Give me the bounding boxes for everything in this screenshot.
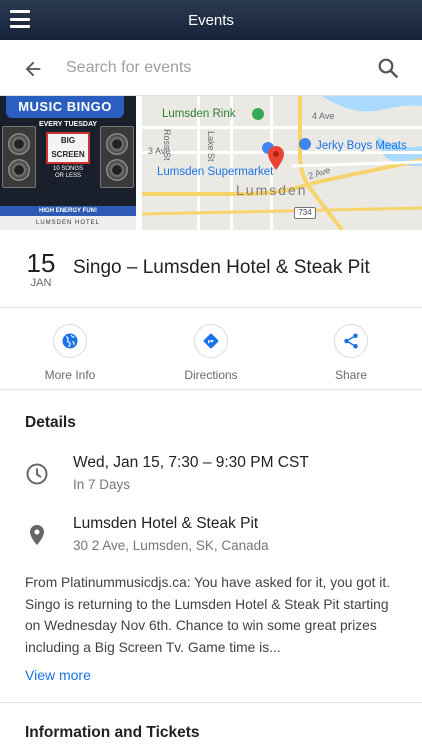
event-day: 15 <box>26 248 56 278</box>
event-poster-image[interactable]: MUSIC BINGO EVERY TUESDAY BIG SCREEN TV … <box>0 96 136 230</box>
more-info-button[interactable]: More Info <box>25 324 115 382</box>
directions-icon <box>203 333 219 349</box>
directions-label: Directions <box>184 368 238 382</box>
app-title: Events <box>188 11 234 29</box>
details-heading: Details <box>25 414 76 431</box>
event-datetime: Wed, Jan 15, 7:30 – 9:30 PM CST <box>73 454 309 471</box>
arrow-left-icon[interactable] <box>22 58 44 80</box>
map-label-rink: Lumsden Rink <box>162 108 236 120</box>
map-label-lake: Lake St <box>206 131 216 162</box>
globe-icon <box>62 333 78 349</box>
map-label-town: Lumsden <box>236 182 308 198</box>
location-pin-icon <box>30 525 44 545</box>
more-info-label: More Info <box>44 368 96 382</box>
event-map[interactable]: Lumsden Rink Ross St Lake St 3 Ave 4 Ave… <box>142 96 422 230</box>
poster-banner: MUSIC BINGO <box>6 96 124 118</box>
share-icon <box>344 333 358 349</box>
map-label-jerky: Jerky Boys Meats <box>316 140 407 152</box>
event-month: JAN <box>30 277 52 289</box>
share-button[interactable]: Share <box>306 324 396 382</box>
speaker-graphic <box>100 126 134 188</box>
event-venue[interactable]: Lumsden Hotel & Steak Pit <box>73 515 258 533</box>
event-location-pin-icon <box>268 146 284 170</box>
event-address[interactable]: 30 2 Ave, Lumsden, SK, Canada <box>73 538 269 553</box>
directions-button[interactable]: Directions <box>166 324 256 382</box>
poster-energy-text: HIGH ENERGY FUN! <box>0 206 136 216</box>
share-label: Share <box>334 368 368 382</box>
search-icon[interactable] <box>376 56 400 80</box>
poster-songs-text: 10 SONGS OR LESS <box>52 166 83 179</box>
clock-icon <box>26 463 48 485</box>
poster-tagline: EVERY TUESDAY <box>38 121 98 128</box>
event-hero: MUSIC BINGO EVERY TUESDAY BIG SCREEN TV … <box>0 96 422 230</box>
app-bar: Events <box>0 0 422 40</box>
search-bar: Search for events <box>0 40 422 96</box>
shop-pin-icon <box>299 138 311 150</box>
highway-shield: 734 <box>294 207 316 219</box>
poster-fine-print <box>4 192 132 204</box>
section-divider <box>0 702 422 703</box>
action-bar: More Info Directions Share <box>0 308 422 390</box>
hamburger-menu-icon[interactable] <box>10 10 30 28</box>
map-label-supermarket: Lumsden Supermarket <box>157 166 274 178</box>
event-relative-time: In 7 Days <box>73 477 131 492</box>
event-description: From Platinummusicdjs.ca: You have asked… <box>25 575 391 655</box>
event-title: Singo – Lumsden Hotel & Steak Pit <box>73 257 370 278</box>
view-more-link[interactable]: View more <box>25 667 91 683</box>
poster-tv-graphic: BIG SCREEN TV <box>46 132 90 176</box>
info-tickets-heading: Information and Tickets <box>25 724 200 741</box>
map-label-4ave: 4 Ave <box>312 111 335 121</box>
map-label-3ave: 3 Ave <box>148 146 171 156</box>
search-input[interactable]: Search for events <box>66 59 191 77</box>
event-header: 15 JAN Singo – Lumsden Hotel & Steak Pit <box>0 230 422 308</box>
speaker-graphic <box>2 126 36 188</box>
poster-venue-strip: LUMSDEN HOTEL <box>0 216 136 230</box>
park-pin-icon <box>252 108 264 120</box>
